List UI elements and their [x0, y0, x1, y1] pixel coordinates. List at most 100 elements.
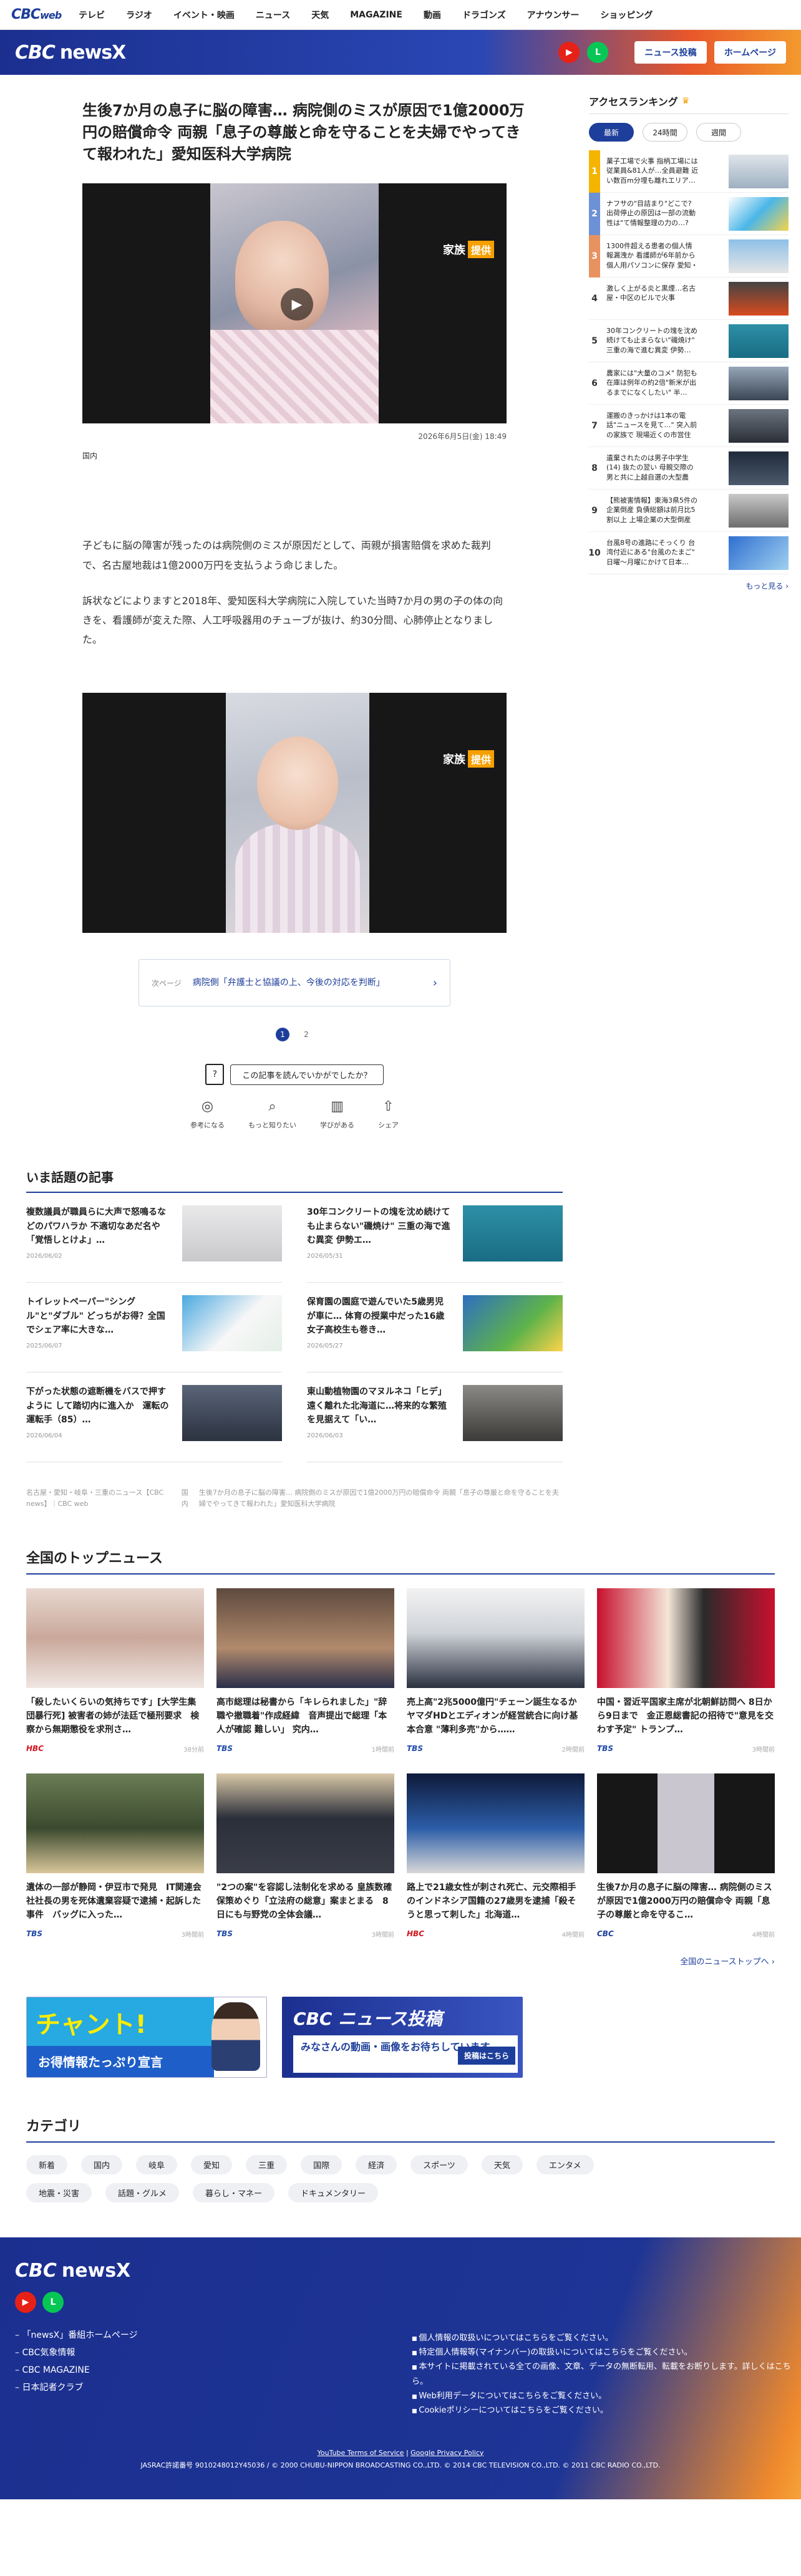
- feedback-prompt: この記事を読んでいかがでしたか？: [230, 1064, 384, 1085]
- page-2[interactable]: 2: [299, 1028, 313, 1041]
- ranking-item[interactable]: 3 1300件超える患者の個人情報漏洩か 看護師が6年前から個人用パソコンに保存 …: [589, 234, 789, 277]
- tab-24h[interactable]: 24時間: [643, 123, 687, 142]
- tab-weekly[interactable]: 週間: [696, 123, 741, 142]
- nav-magazine[interactable]: MAGAZINE: [350, 10, 402, 20]
- ranking-item[interactable]: 10 台風8号の進路にそっくり 台湾付近にある"台風のたまご" 日曜～月曜にかけて…: [588, 532, 789, 574]
- category-chip[interactable]: 天気: [481, 2154, 523, 2174]
- nav-shopping[interactable]: ショッピング: [600, 9, 653, 21]
- brand-bar: CBC newsX ▶ L ニュース投稿 ホームページ: [0, 30, 801, 75]
- ranking-item[interactable]: 7 運搬のきっかけは1本の電話"ニュースを見て…" 突入前の家族で 現場近くの市営…: [589, 405, 789, 447]
- ranking-item[interactable]: 2 ナフサの"目詰まり"どこで? 出荷停止の原因は一部の流動性は"て情報整理の力の…: [589, 192, 789, 235]
- topic-item[interactable]: トイレットペーパー"シングル"と"ダブル" どっちがお得？全国でシェア率に大きな…: [26, 1283, 282, 1373]
- article-video[interactable]: ▶ 家族 提供: [82, 183, 507, 424]
- policy-link[interactable]: 本サイトに掲載されている全ての画像、文章、データの無断転用、転載をお断りします。…: [412, 2360, 801, 2389]
- category-chip[interactable]: 愛知: [191, 2154, 233, 2174]
- policy-link[interactable]: 特定個人情報等(マイナンバー)の取扱いについてはこちらをご覧ください。: [412, 2345, 801, 2360]
- category-chip[interactable]: 三重: [246, 2154, 288, 2174]
- top-news-more-link[interactable]: 全国のニューストップへ ›: [26, 1955, 775, 1967]
- google-privacy-link[interactable]: Google Privacy Policy: [410, 2449, 483, 2457]
- news-card[interactable]: 生後7か月の息子に脳の障害… 病院側のミスが原因で1億2000万円の賠償命令 両…: [597, 1773, 775, 1939]
- category-chip[interactable]: 話題・グルメ: [105, 2183, 180, 2202]
- next-page-link[interactable]: 次ページ 病院側「弁護士と協議の上、今後の対応を判断」 ›: [138, 959, 450, 1007]
- post-here-button[interactable]: 投稿はこちら: [457, 2046, 515, 2065]
- line-icon[interactable]: L: [587, 42, 609, 63]
- ranking-item[interactable]: 1 菓子工場で火事 指柄工場には従業員&81人が…全員避難 近い数百m分埋も離れエ…: [589, 150, 789, 193]
- ranking-thumbnail: [729, 408, 789, 443]
- reaction-helpful[interactable]: ◎ 参考になる: [190, 1099, 225, 1130]
- topic-item[interactable]: 保育園の園庭で遊んでいた5歳男児が車に… 体育の授業中だった16歳女子高校生も巻…: [307, 1283, 563, 1373]
- play-icon[interactable]: ▶: [281, 288, 313, 321]
- category-chip[interactable]: 国際: [301, 2154, 342, 2174]
- topic-item[interactable]: 下がった状態の遮断機をバスで押すように して踏切内に進入か 運転の運転手（85）…: [26, 1372, 282, 1463]
- search-icon: ⌕: [268, 1099, 276, 1115]
- topic-thumbnail: [182, 1295, 282, 1352]
- ranking-thumbnail: [729, 154, 789, 188]
- news-card[interactable]: 路上で21歳女性が刺され死亡、元交際相手のインドネシア国籍の27歳男を逮捕「殺そ…: [407, 1773, 585, 1939]
- nav-announcer[interactable]: アナウンサー: [527, 9, 580, 21]
- homepage-button[interactable]: ホームページ: [714, 41, 786, 64]
- news-card[interactable]: 売上高"2兆5000億円"チェーン誕生なるか ヤマダHDとエディオンが経営統合に…: [407, 1588, 585, 1754]
- top-news-grid: 「殺したいくらいの気持ちです」[大学生集団暴行死] 被害者の姉が法廷で極刑要求 …: [26, 1588, 775, 1939]
- breadcrumb-home[interactable]: 名古屋・愛知・岐阜・三重のニュース【CBC news】｜CBC web: [26, 1487, 174, 1509]
- news-card[interactable]: 中国・習近平国家主席が北朝鮮訪問へ 8日から9日まで 金正恩総書記の招待で"意見…: [597, 1588, 775, 1754]
- ranking-item[interactable]: 8 遺棄されたのは男子中学生(14) 抜たの翌い 母親交際の男と共に上越自選の大型…: [589, 447, 789, 490]
- footer-logo[interactable]: CBC newsX: [15, 2260, 786, 2282]
- ranking-item[interactable]: 5 30年コンクリートの塊を沈め続けても止まらない"磯焼け" 三重の海で進む異変 …: [589, 320, 789, 362]
- ranking-item[interactable]: 6 農家には"大量のコメ" 防犯も在庫は例年の約2倍"新米が出るまでになくしたい"…: [589, 362, 789, 405]
- policy-link[interactable]: Web利用データについてはこちらをご覧ください。: [412, 2389, 801, 2403]
- youtube-terms-link[interactable]: YouTube Terms of Service: [318, 2449, 404, 2457]
- news-card[interactable]: 「殺したいくらいの気持ちです」[大学生集団暴行死] 被害者の姉が法廷で極刑要求 …: [26, 1588, 204, 1754]
- crown-icon: ♛: [681, 96, 690, 106]
- policy-link[interactable]: 個人情報の取扱いについてはこちらをご覧ください。: [412, 2331, 801, 2345]
- category-chip[interactable]: 経済: [356, 2154, 397, 2174]
- page-1[interactable]: 1: [276, 1028, 289, 1042]
- news-post-button[interactable]: ニュース投稿: [634, 41, 707, 64]
- cbc-web-logo[interactable]: CBCweb: [11, 7, 62, 22]
- reaction-share[interactable]: ⇧ シェア: [378, 1099, 399, 1130]
- category-chip[interactable]: 暮らし・マネー: [193, 2183, 275, 2202]
- news-thumbnail: [407, 1588, 585, 1688]
- chant-banner[interactable]: チャント! お得情報たっぷり宣言: [26, 1996, 267, 2078]
- category-chip[interactable]: 国内: [81, 2154, 123, 2174]
- ranking-item[interactable]: 9 【熊被害情報】東海3県5件の企業倒産 負債総額は前月比5割以上 上場企業の大型…: [589, 490, 789, 532]
- article-title: 生後7か月の息子に脳の障害… 病院側のミスが原因で1億2000万円の賠償命令 両…: [82, 102, 525, 163]
- ranking-thumbnail: [729, 366, 789, 400]
- reaction-more[interactable]: ⌕ もっと知りたい: [248, 1099, 296, 1130]
- category-chip[interactable]: 地震・災害: [26, 2183, 92, 2202]
- ranking-title: アクセスランキング ♛: [589, 94, 789, 114]
- youtube-icon[interactable]: ▶: [15, 2291, 36, 2313]
- banners: チャント! お得情報たっぷり宣言 CBC ニュース投稿 みなさんの動画・画像をお…: [26, 1996, 775, 2078]
- breadcrumb-category[interactable]: 国内: [182, 1487, 192, 1509]
- photo-frame: [226, 693, 369, 933]
- category-chip[interactable]: 新着: [26, 2154, 68, 2174]
- nav-weather[interactable]: 天気: [311, 9, 329, 21]
- category-chip[interactable]: 岐阜: [136, 2154, 178, 2174]
- nav-events[interactable]: イベント・映画: [173, 9, 235, 21]
- youtube-icon[interactable]: ▶: [558, 42, 580, 63]
- category-chip[interactable]: スポーツ: [410, 2154, 468, 2174]
- nav-dragons[interactable]: ドラゴンズ: [462, 9, 506, 21]
- topic-thumbnail: [182, 1205, 282, 1262]
- topic-item[interactable]: 複数議員が職員らに大声で怒鳴るなどのパワハラか 不適切なあだ名や「覚悟しとけよ」…: [26, 1193, 282, 1283]
- ranking-item[interactable]: 4 激しく上がる炎と黒煙…名古屋・中区のビルで火事: [589, 277, 789, 320]
- news-card[interactable]: 高市総理は秘書から「キレられました」"辞職や撤職着"作成経緯 音声提出で総理「本…: [216, 1588, 394, 1754]
- news-card[interactable]: "2つの案"を容認し法制化を求める 皇族数確保策めぐり「立法府の総意」案まとまる…: [216, 1773, 394, 1939]
- news-post-banner[interactable]: CBC ニュース投稿 みなさんの動画・画像をお待ちしています。 投稿はこちら: [282, 1996, 523, 2078]
- nav-tv[interactable]: テレビ: [79, 9, 105, 21]
- tab-latest[interactable]: 最新: [589, 123, 634, 142]
- article-category[interactable]: 国内: [82, 450, 532, 461]
- nav-news[interactable]: ニュース: [256, 9, 290, 21]
- news-card[interactable]: 遺体の一部が静岡・伊豆市で発見 IT関連会社社長の男を死体遺棄容疑で逮捕・起訴し…: [26, 1773, 204, 1939]
- category-chip[interactable]: エンタメ: [536, 2154, 594, 2174]
- cbc-newsx-logo[interactable]: CBC newsX: [15, 42, 126, 64]
- topic-item[interactable]: 30年コンクリートの塊を沈め続けても止まらない"磯焼け" 三重の海で進む異変 伊…: [307, 1193, 563, 1283]
- nav-radio[interactable]: ラジオ: [126, 9, 152, 21]
- reaction-learn[interactable]: ▥ 学びがある: [320, 1099, 354, 1130]
- category-chip[interactable]: ドキュメンタリー: [288, 2183, 379, 2202]
- ranking-more-link[interactable]: もっと見る ›: [589, 581, 789, 591]
- source-logo: TBS: [26, 1929, 42, 1939]
- line-icon[interactable]: L: [42, 2291, 64, 2313]
- nav-video[interactable]: 動画: [424, 9, 441, 21]
- policy-link[interactable]: Cookieポリシーについてはこちらをご覧ください。: [412, 2403, 801, 2418]
- topic-item[interactable]: 東山動植物園のマヌルネコ「ヒデ」遠く離れた北海道に…将来的な繁殖を見据えて「い……: [307, 1372, 563, 1463]
